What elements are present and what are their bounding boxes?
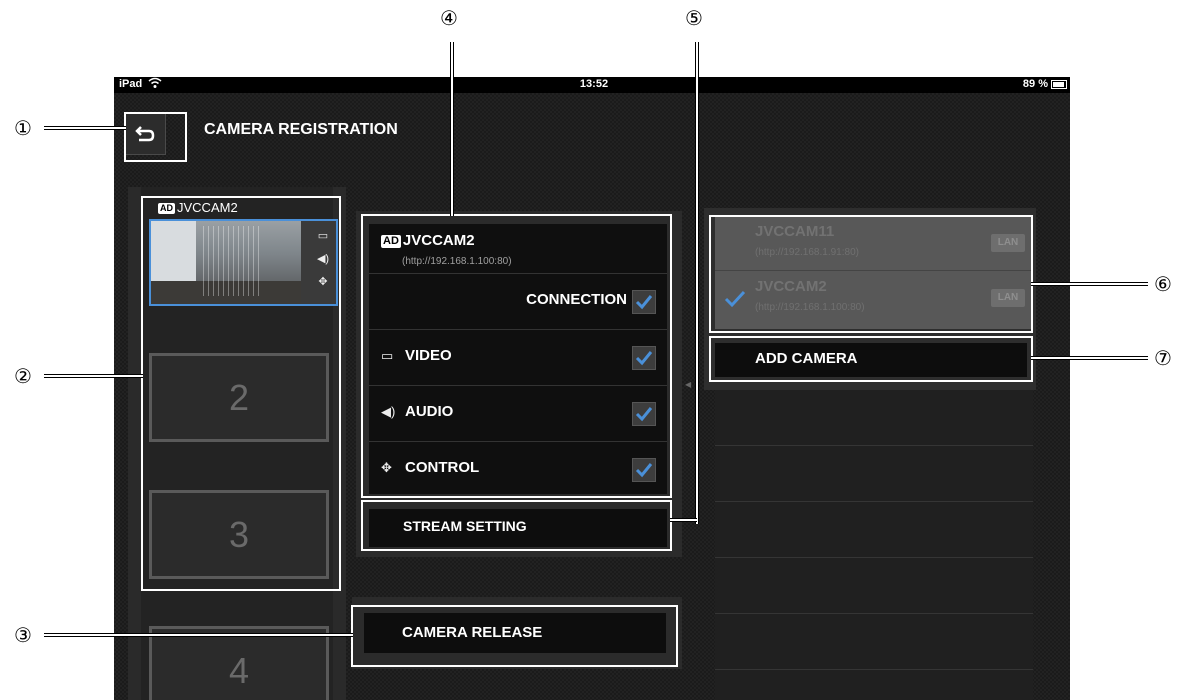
- selected-check-icon: [724, 290, 746, 313]
- list-camera-url: (http://192.168.1.91:80): [755, 247, 859, 258]
- detail-camera-url: (http://192.168.1.100:80): [402, 256, 512, 267]
- empty-row: [715, 446, 1033, 502]
- status-bar: iPad 13:52 89 %: [114, 77, 1070, 93]
- leader-line-2: [44, 374, 143, 378]
- audio-label: AUDIO: [405, 403, 454, 420]
- stream-setting-label: STREAM SETTING: [403, 518, 527, 534]
- leader-line-5-tail: [670, 518, 697, 522]
- add-camera-label: ADD CAMERA: [755, 350, 858, 367]
- camera-slot-3[interactable]: 3: [149, 490, 329, 579]
- battery-percent: 89 %: [1022, 78, 1048, 90]
- clock: 13:52: [579, 78, 609, 90]
- back-button[interactable]: [124, 113, 166, 155]
- leader-line-3: [44, 633, 353, 637]
- list-camera-name: JVCCAM11: [755, 223, 835, 240]
- audio-row[interactable]: ◀) AUDIO: [369, 386, 667, 442]
- detail-name-text: JVCCAM2: [402, 232, 475, 249]
- slot-feature-icons: ▭ ◀) ✥: [314, 225, 332, 294]
- connection-row[interactable]: CONNECTION: [369, 274, 667, 330]
- list-camera-url: (http://192.168.1.100:80): [755, 302, 865, 313]
- camera-slot-2[interactable]: 2: [149, 353, 329, 442]
- camera-slot-1-thumbnail[interactable]: ▭ ◀) ✥: [149, 219, 338, 306]
- empty-row: [715, 390, 1033, 446]
- detail-camera-name: AD JVCCAM2: [381, 232, 475, 249]
- callout-number-7: ⑦: [1154, 346, 1172, 370]
- leader-line-4: [450, 42, 454, 216]
- active-camera-label: JVCCAM2: [177, 200, 238, 215]
- ipad-screen: iPad 13:52 89 % CAMERA REGISTRATION AD JV…: [114, 77, 1070, 700]
- leader-line-7: [1031, 356, 1148, 360]
- list-camera-name: JVCCAM2: [755, 278, 827, 295]
- control-row[interactable]: ✥ CONTROL: [369, 442, 667, 494]
- film-icon: ▭: [381, 348, 394, 363]
- collapse-arrow-icon[interactable]: ◀: [685, 380, 691, 389]
- callout-number-4: ④: [440, 6, 458, 30]
- empty-row: [715, 614, 1033, 670]
- speaker-icon: ◀): [381, 404, 396, 419]
- callout-number-5: ⑤: [685, 6, 703, 30]
- add-camera-button[interactable]: ADD CAMERA: [715, 343, 1027, 377]
- ad-badge: AD: [158, 203, 175, 214]
- page-title: CAMERA REGISTRATION: [204, 121, 398, 138]
- stream-setting-button[interactable]: STREAM SETTING: [369, 509, 667, 547]
- video-label: VIDEO: [405, 347, 452, 364]
- battery-icon: [1051, 80, 1067, 89]
- move-icon: ✥: [381, 460, 392, 475]
- empty-row: [715, 558, 1033, 614]
- device-label: iPad: [119, 78, 143, 90]
- ad-badge: AD: [381, 235, 401, 248]
- connection-label: CONNECTION: [526, 291, 627, 308]
- manual-figure: iPad 13:52 89 % CAMERA REGISTRATION AD JV…: [0, 0, 1193, 700]
- leader-line-1: [44, 126, 126, 130]
- camera-list: JVCCAM11 (http://192.168.1.91:80) LAN JV…: [715, 217, 1033, 329]
- speaker-icon: ◀): [316, 253, 330, 265]
- list-item[interactable]: JVCCAM11 (http://192.168.1.91:80) LAN: [715, 217, 1033, 271]
- camera-preview-image: [151, 221, 301, 304]
- active-camera-name: AD JVCCAM2: [158, 200, 238, 215]
- connection-type-badge: LAN: [991, 289, 1025, 307]
- list-item[interactable]: JVCCAM2 (http://192.168.1.100:80) LAN: [715, 272, 1033, 326]
- wifi-icon: [148, 77, 162, 92]
- camera-release-label: CAMERA RELEASE: [402, 624, 543, 641]
- connection-type-badge: LAN: [991, 234, 1025, 252]
- callout-number-3: ③: [14, 623, 32, 647]
- leader-line-6: [1031, 282, 1148, 286]
- film-icon: ▭: [317, 230, 329, 242]
- camera-slot-4[interactable]: 4: [149, 626, 329, 700]
- camera-release-button[interactable]: CAMERA RELEASE: [364, 613, 666, 653]
- move-icon: ✥: [318, 276, 328, 288]
- leader-line-5: [695, 42, 699, 524]
- camera-settings-list: AD JVCCAM2 (http://192.168.1.100:80) CONN…: [369, 224, 667, 494]
- control-label: CONTROL: [405, 459, 480, 476]
- detail-camera-header: AD JVCCAM2 (http://192.168.1.100:80): [369, 224, 667, 274]
- camera-list-empty-area: [715, 390, 1033, 700]
- audio-checkbox[interactable]: [632, 402, 656, 426]
- empty-row: [715, 502, 1033, 558]
- callout-number-6: ⑥: [1154, 272, 1172, 296]
- callout-number-2: ②: [14, 364, 32, 388]
- video-checkbox[interactable]: [632, 346, 656, 370]
- video-row[interactable]: ▭ VIDEO: [369, 330, 667, 386]
- connection-checkbox[interactable]: [632, 290, 656, 314]
- callout-number-1: ①: [14, 116, 32, 140]
- control-checkbox[interactable]: [632, 458, 656, 482]
